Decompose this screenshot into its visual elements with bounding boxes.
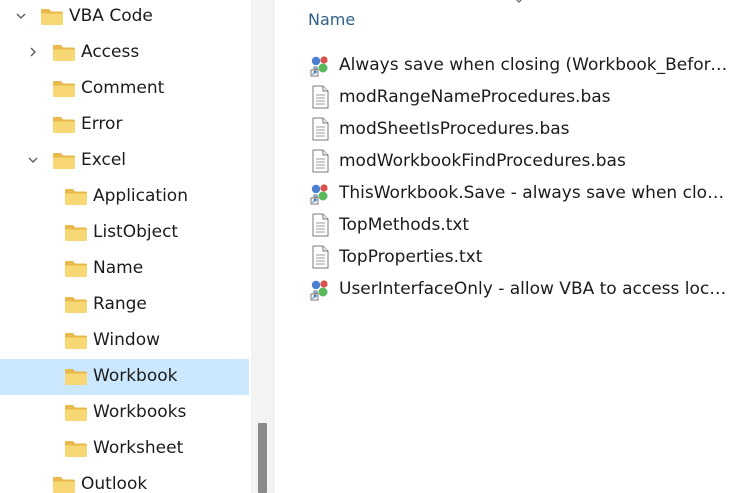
file-row[interactable]: modSheetIsProcedures.bas <box>305 114 729 144</box>
file-label: TopMethods.txt <box>339 215 470 235</box>
file-label: UserInterfaceOnly - allow VBA to access … <box>339 279 729 299</box>
folder-icon <box>52 116 76 134</box>
tree-item-name[interactable]: Name <box>0 251 249 287</box>
tree-item-window[interactable]: Window <box>0 323 249 359</box>
document-icon <box>309 117 331 141</box>
tree-item-excel[interactable]: Excel <box>0 143 249 179</box>
folder-icon <box>64 404 88 422</box>
tree-item-label: Name <box>93 258 144 278</box>
file-row[interactable]: TopProperties.txt <box>305 242 729 272</box>
file-explorer-window: VBA Code Access Comment Error Excel Appl… <box>0 0 729 493</box>
tree-item-application[interactable]: Application <box>0 179 249 215</box>
tree-item-label: Application <box>93 186 188 206</box>
file-label: Always save when closing (Workbook_Befor… <box>339 55 729 75</box>
chevron-down-icon[interactable] <box>15 10 27 22</box>
tree-item-label: ListObject <box>93 222 179 242</box>
file-row[interactable]: Always save when closing (Workbook_Befor… <box>305 50 729 80</box>
file-label: modRangeNameProcedures.bas <box>339 87 611 107</box>
navigation-scrollbar[interactable] <box>251 0 275 493</box>
file-label: TopProperties.txt <box>339 247 483 267</box>
tree-item-label: Worksheet <box>93 438 184 458</box>
tree-item-label: Outlook <box>81 474 148 493</box>
file-label: modSheetIsProcedures.bas <box>339 119 570 139</box>
folder-icon <box>52 476 76 493</box>
folder-icon <box>52 80 76 98</box>
tree-item-label: Workbooks <box>93 402 187 422</box>
folder-icon <box>64 224 88 242</box>
folder-icon <box>64 440 88 458</box>
file-label: modWorkbookFindProcedures.bas <box>339 151 626 171</box>
tree-item-label: Excel <box>81 150 127 170</box>
chevron-down-icon[interactable] <box>27 154 39 166</box>
sort-chevron-icon[interactable] <box>512 0 526 6</box>
folder-icon <box>64 332 88 350</box>
scrollbar-thumb[interactable] <box>258 423 267 493</box>
file-row[interactable]: ThisWorkbook.Save - always save when clo… <box>305 178 729 208</box>
document-icon <box>309 85 331 109</box>
folder-icon <box>64 296 88 314</box>
folder-icon <box>64 260 88 278</box>
file-label: ThisWorkbook.Save - always save when clo… <box>339 183 729 203</box>
chevron-right-icon[interactable] <box>27 46 39 58</box>
column-header-name[interactable]: Name <box>308 9 355 31</box>
tree-item-label: Range <box>93 294 147 314</box>
tree-item-label: Error <box>81 114 123 134</box>
file-row[interactable]: modWorkbookFindProcedures.bas <box>305 146 729 176</box>
shortcut-icon <box>309 53 331 77</box>
document-icon <box>309 213 331 237</box>
tree-item-comment[interactable]: Comment <box>0 71 249 107</box>
folder-icon <box>52 44 76 62</box>
tree-item-workbooks[interactable]: Workbooks <box>0 395 249 431</box>
tree-item-workbook[interactable]: Workbook <box>0 359 249 395</box>
folder-icon <box>52 152 76 170</box>
tree-item-vba-code[interactable]: VBA Code <box>0 0 249 35</box>
tree-item-label: Access <box>81 42 140 62</box>
shortcut-icon <box>309 277 331 301</box>
tree-item-label: Workbook <box>93 366 178 386</box>
folder-icon <box>64 188 88 206</box>
tree-item-label: Comment <box>81 78 165 98</box>
file-row[interactable]: modRangeNameProcedures.bas <box>305 82 729 112</box>
file-row[interactable]: UserInterfaceOnly - allow VBA to access … <box>305 274 729 304</box>
tree-item-error[interactable]: Error <box>0 107 249 143</box>
document-icon <box>309 149 331 173</box>
file-list-pane: Name Always save when closing (Workbook_… <box>275 0 729 493</box>
shortcut-icon <box>309 181 331 205</box>
folder-icon <box>64 368 88 386</box>
tree-item-worksheet[interactable]: Worksheet <box>0 431 249 467</box>
tree-item-outlook[interactable]: Outlook <box>0 467 249 493</box>
tree-item-access[interactable]: Access <box>0 35 249 71</box>
navigation-pane: VBA Code Access Comment Error Excel Appl… <box>0 0 251 493</box>
tree-item-listobject[interactable]: ListObject <box>0 215 249 251</box>
file-row[interactable]: TopMethods.txt <box>305 210 729 240</box>
tree-item-label: Window <box>93 330 161 350</box>
tree-item-label: VBA Code <box>69 6 153 26</box>
tree-item-range[interactable]: Range <box>0 287 249 323</box>
folder-icon <box>40 8 64 26</box>
document-icon <box>309 245 331 269</box>
